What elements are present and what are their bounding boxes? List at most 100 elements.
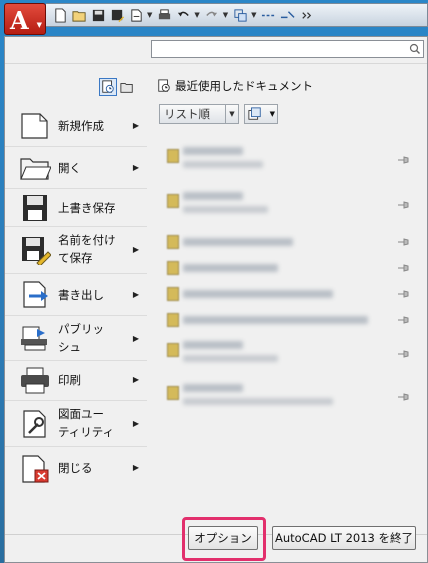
- chevron-right-icon: ▶: [132, 463, 139, 472]
- drawing-file-icon: [167, 149, 179, 163]
- menu-item-close[interactable]: 閉じる ▶: [5, 447, 147, 491]
- list-item[interactable]: [151, 307, 427, 333]
- list-item[interactable]: [151, 229, 427, 255]
- list-item[interactable]: [151, 184, 427, 229]
- chevron-down-icon: ▼: [269, 110, 275, 118]
- blurred-filename: [183, 264, 278, 272]
- menu-item-label: 名前を付け: [58, 233, 116, 247]
- save-disk-icon: [23, 195, 47, 221]
- drawing-file-icon: [167, 343, 179, 357]
- redo-icon[interactable]: [204, 7, 220, 23]
- application-menu-button[interactable]: A ▼: [4, 3, 46, 35]
- chevron-right-icon: ▶: [132, 375, 139, 384]
- search-input[interactable]: [151, 40, 424, 58]
- chevron-down-icon[interactable]: ▼: [223, 11, 228, 19]
- workspace-line-icon[interactable]: [261, 7, 277, 23]
- recent-documents-header: 最近使用したドキュメント: [157, 78, 313, 94]
- blurred-filename: [183, 398, 333, 405]
- save-icon[interactable]: [90, 7, 106, 23]
- list-item[interactable]: [151, 281, 427, 307]
- document-view-icon: [248, 107, 261, 120]
- menu-item-publish[interactable]: パブリッ シュ ▶: [5, 316, 147, 361]
- pin-icon[interactable]: [397, 349, 409, 359]
- quick-access-toolbar: A ▼ ▼ ▼ ▼ ▼: [0, 0, 428, 36]
- chevron-right-icon: ▶: [132, 121, 139, 130]
- blurred-filename: [183, 384, 243, 392]
- menu-item-drawing-utilities[interactable]: 図面ユー ティリティ ▶: [5, 401, 147, 447]
- printer-icon[interactable]: [156, 7, 172, 23]
- chevron-right-icon: ▶: [132, 163, 139, 172]
- export-icon: [23, 281, 48, 308]
- pin-icon[interactable]: [397, 237, 409, 247]
- chevron-down-icon: ▼: [36, 21, 42, 29]
- chevron-down-icon[interactable]: ▼: [147, 11, 152, 19]
- match-properties-icon[interactable]: [232, 7, 248, 23]
- menu-item-label: 新規作成: [58, 119, 104, 133]
- menu-item-label: 開く: [58, 161, 81, 175]
- application-menu: 新規作成 ▶ 開く ▶ 上書き保存 名前を付け て保存 ▶ 書き出し ▶ パブリ…: [4, 36, 428, 563]
- exit-application-button[interactable]: AutoCAD LT 2013 を終了: [272, 526, 416, 550]
- menu-item-open[interactable]: 開く ▶: [5, 147, 147, 189]
- drawing-file-icon: [167, 313, 179, 327]
- close-file-icon: [22, 455, 49, 483]
- new-file-icon: [21, 113, 48, 139]
- view-toggles: [99, 78, 137, 96]
- blurred-filename: [183, 238, 293, 246]
- linetype-icon[interactable]: [280, 7, 296, 23]
- drawing-file-icon: [167, 287, 179, 301]
- list-item[interactable]: [151, 376, 427, 421]
- chevron-down-icon: ▼: [225, 105, 238, 123]
- highlight-box: [182, 517, 266, 561]
- open-folder-icon: [20, 158, 51, 180]
- drawing-utilities-icon: [23, 410, 46, 438]
- chevron-right-icon: ▶: [132, 419, 139, 428]
- pin-icon[interactable]: [397, 263, 409, 273]
- menu-item-label: 印刷: [58, 373, 81, 387]
- open-icon[interactable]: [71, 7, 87, 23]
- display-mode-dropdown[interactable]: ▼: [244, 104, 278, 124]
- plot-icon[interactable]: [128, 7, 144, 23]
- publish-icon: [21, 326, 47, 351]
- pin-icon[interactable]: [397, 155, 409, 165]
- blurred-filename: [183, 206, 268, 213]
- command-list: 新規作成 ▶ 開く ▶ 上書き保存 名前を付け て保存 ▶ 書き出し ▶ パブリ…: [5, 107, 147, 491]
- menu-item-save[interactable]: 上書き保存: [5, 189, 147, 227]
- recent-documents-title: 最近使用したドキュメント: [175, 79, 313, 93]
- blurred-filename: [183, 290, 333, 298]
- list-item[interactable]: [151, 255, 427, 281]
- more-commands-icon[interactable]: [299, 7, 315, 23]
- blurred-filename: [183, 147, 243, 155]
- menu-item-label: 図面ユー: [58, 407, 104, 421]
- menu-item-label: ティリティ: [58, 425, 115, 439]
- menu-item-label: 閉じる: [58, 461, 93, 475]
- new-icon[interactable]: [52, 7, 68, 23]
- chevron-right-icon: ▶: [132, 334, 139, 343]
- quick-access-bar: ▼ ▼ ▼ ▼: [46, 3, 428, 27]
- blurred-filename: [183, 355, 278, 362]
- drawing-file-icon: [167, 386, 179, 400]
- search-icon: [409, 43, 420, 54]
- recent-documents-icon: [158, 79, 170, 92]
- pin-icon[interactable]: [397, 392, 409, 402]
- pin-icon[interactable]: [397, 315, 409, 325]
- menu-item-export[interactable]: 書き出し ▶: [5, 274, 147, 316]
- list-item[interactable]: [151, 139, 427, 184]
- sort-order-value: リスト順: [164, 107, 210, 121]
- menu-item-save-as[interactable]: 名前を付け て保存 ▶: [5, 227, 147, 274]
- list-item[interactable]: [151, 333, 427, 376]
- menu-item-new[interactable]: 新規作成 ▶: [5, 107, 147, 147]
- open-documents-icon[interactable]: [118, 78, 136, 96]
- sort-order-dropdown[interactable]: リスト順 ▼: [159, 104, 239, 124]
- chevron-right-icon: ▶: [132, 290, 139, 299]
- menu-item-label: パブリッ: [58, 322, 104, 336]
- recent-documents-pane: 最近使用したドキュメント リスト順 ▼ ▼: [151, 64, 427, 534]
- blurred-filename: [183, 161, 263, 168]
- menu-item-print[interactable]: 印刷 ▶: [5, 361, 147, 401]
- undo-icon[interactable]: [175, 7, 191, 23]
- chevron-down-icon[interactable]: ▼: [194, 11, 199, 19]
- pin-icon[interactable]: [397, 200, 409, 210]
- pin-icon[interactable]: [397, 289, 409, 299]
- chevron-down-icon[interactable]: ▼: [251, 11, 256, 19]
- recent-documents-icon[interactable]: [99, 78, 117, 96]
- save-as-icon[interactable]: [109, 7, 125, 23]
